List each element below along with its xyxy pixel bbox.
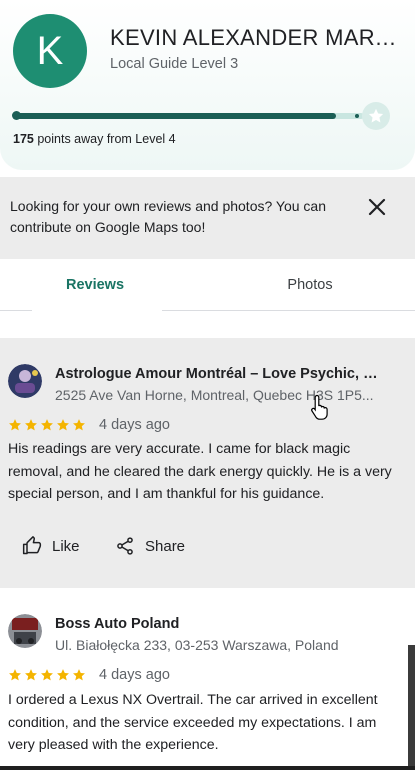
profile-card: K KEVIN ALEXANDER MART... Local Guide Le… <box>0 0 415 170</box>
review-text: His readings are very accurate. I came f… <box>8 441 392 502</box>
profile-name: KEVIN ALEXANDER MART... <box>110 25 400 50</box>
points-to-next-level: 175 points away from Level 4 <box>13 132 176 146</box>
like-button[interactable]: Like <box>22 536 80 556</box>
place-name[interactable]: Boss Auto Poland <box>55 616 385 632</box>
review-card: Astrologue Amour Montréal – Love Psychic… <box>0 338 415 588</box>
bottom-edge <box>0 766 415 770</box>
tab-reviews[interactable]: Reviews <box>0 259 190 311</box>
contribute-banner: Looking for your own reviews and photos?… <box>0 177 415 259</box>
star-icon <box>8 418 22 434</box>
review-date: 4 days ago <box>99 417 170 433</box>
like-label: Like <box>52 537 80 555</box>
level-progress-bar <box>14 113 364 119</box>
star-icon <box>40 668 54 684</box>
close-banner-button[interactable] <box>364 194 390 220</box>
hand-cursor-icon <box>311 394 328 420</box>
profile-tabs: Reviews Photos <box>0 259 415 311</box>
close-icon <box>368 198 386 216</box>
star-icon <box>24 418 38 434</box>
star-icon <box>72 418 86 434</box>
place-address: Ul. Białołęcka 233, 03-253 Warszawa, Pol… <box>55 637 339 653</box>
star-rating <box>8 418 86 434</box>
share-button[interactable]: Share <box>115 536 185 556</box>
progress-start-dot <box>12 111 21 120</box>
star-icon <box>40 418 54 434</box>
tab-indicator <box>32 308 162 311</box>
share-label: Share <box>145 537 186 555</box>
progress-end-dot <box>355 114 359 118</box>
place-address: 2525 Ave Van Horne, Montreal, Quebec H3S… <box>55 387 374 403</box>
place-name[interactable]: Astrologue Amour Montréal – Love Psychic… <box>55 366 385 382</box>
share-icon <box>117 537 133 555</box>
points-suffix: points away from Level 4 <box>33 132 176 146</box>
star-icon <box>8 668 22 684</box>
review-date: 4 days ago <box>99 667 170 683</box>
thumb-up-icon <box>22 536 42 555</box>
avatar[interactable]: K <box>13 14 87 88</box>
next-level-star-icon <box>362 102 390 130</box>
review-text: I ordered a Lexus NX Overtrail. The car … <box>8 692 378 753</box>
star-rating <box>8 668 86 684</box>
place-thumbnail[interactable] <box>8 614 42 648</box>
tab-photos[interactable]: Photos <box>215 259 405 311</box>
place-thumbnail[interactable] <box>8 364 42 398</box>
star-icon <box>56 668 70 684</box>
level-progress-fill <box>14 113 336 119</box>
star-icon <box>24 668 38 684</box>
review-card: Boss Auto Poland Ul. Białołęcka 233, 03-… <box>0 598 415 770</box>
local-guide-level: Local Guide Level 3 <box>110 56 239 72</box>
points-number: 175 <box>13 132 34 146</box>
contribute-banner-text: Looking for your own reviews and photos?… <box>10 198 326 235</box>
scrollbar[interactable] <box>408 645 415 770</box>
star-icon <box>56 418 70 434</box>
star-icon <box>72 668 86 684</box>
